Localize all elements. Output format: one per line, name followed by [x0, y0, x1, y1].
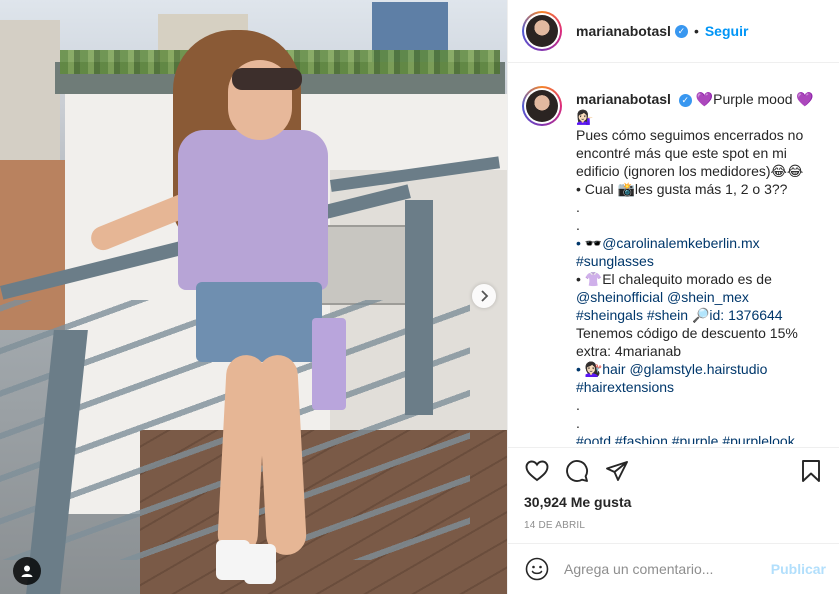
caption-area: marianabotasl ✓ 💜Purple mood 💜 💁🏻‍♀️ Pue… [522, 72, 831, 444]
photo-person-sunglasses [232, 68, 302, 90]
caption-line: edificio (ignoren los medidores)😂😂 [576, 163, 804, 179]
photo-railing-post [405, 200, 433, 415]
caption-line-text: 💜Purple mood 💜 [695, 91, 814, 107]
caption-line: Tenemos código de descuento 15% [576, 325, 798, 341]
post-photo[interactable] [0, 0, 507, 594]
post-header: marianabotasl ✓ • Seguir [508, 0, 839, 63]
photo-person-top [178, 130, 328, 290]
caption-text: marianabotasl ✓ 💜Purple mood 💜 💁🏻‍♀️ Pue… [576, 90, 826, 444]
caption-line: marianabotasl ✓ 💜Purple mood 💜 [576, 90, 826, 108]
comment-button[interactable] [564, 458, 590, 484]
caption-line: encontré más que este spot en mi [576, 145, 787, 161]
caption-hashtag-link[interactable]: #hairextensions [576, 378, 826, 396]
photo-person-bag [312, 318, 346, 410]
verified-badge-icon: ✓ [674, 24, 688, 38]
carousel-next-button[interactable] [472, 284, 496, 308]
photo-person-shorts [196, 282, 322, 362]
add-comment-row: Publicar [508, 543, 839, 594]
caption-line: 💁🏻‍♀️ [576, 109, 594, 125]
caption-line: • Cual 📸les gusta más 1, 2 o 3?? [576, 181, 788, 197]
username-link[interactable]: marianabotasl [576, 23, 671, 39]
emoji-icon [525, 557, 549, 581]
photo-person-shoe [244, 544, 276, 584]
emoji-button[interactable] [524, 556, 550, 582]
avatar-image [526, 15, 558, 47]
caption-hashtag-link[interactable]: #sheingals #shein 🔎id: 1376644 [576, 306, 826, 324]
avatar-border [524, 13, 560, 49]
caption-line: extra: 4marianab [576, 343, 682, 359]
photo-gas-meters [318, 225, 418, 305]
share-icon [606, 461, 628, 481]
caption-mention-link[interactable]: @sheinofficial @shein_mex [576, 288, 826, 306]
verified-badge-icon: ✓ [678, 93, 692, 107]
caption-hashtag-link[interactable]: #ootd #fashion #purple #purplelook [576, 432, 826, 444]
separator-dot: • [693, 23, 699, 39]
caption-avatar[interactable] [522, 86, 562, 444]
tagged-users-button[interactable] [13, 557, 41, 585]
post-date[interactable]: 14 DE ABRIL [508, 520, 839, 531]
post-sidebar: marianabotasl ✓ • Seguir marianabotasl ✓… [507, 0, 839, 594]
chevron-right-icon [481, 290, 489, 302]
caption-line: . [576, 415, 580, 431]
caption-line: . [576, 199, 580, 215]
caption-mention-link[interactable]: • 💇🏻‍♀️hair @glamstyle.hairstudio [576, 360, 826, 378]
post-actions: 30,924 Me gusta 14 DE ABRIL [508, 447, 839, 543]
user-icon [21, 565, 33, 577]
publish-button[interactable]: Publicar [771, 561, 826, 577]
like-button[interactable] [524, 458, 550, 484]
avatar-image [526, 90, 558, 122]
caption-hashtag-link[interactable]: #sunglasses [576, 252, 826, 270]
caption-username-link[interactable]: marianabotasl [576, 91, 671, 107]
likes-count[interactable]: 30,924 Me gusta [508, 494, 839, 510]
caption-line: • 👚El chalequito morado es de [576, 271, 772, 287]
avatar[interactable] [522, 11, 562, 51]
save-button[interactable] [798, 458, 824, 484]
follow-button[interactable]: Seguir [705, 23, 749, 39]
caption-line: Pues cómo seguimos encerrados no [576, 127, 804, 143]
caption-mention-link[interactable]: • 🕶️@carolinalemkeberlin.mx [576, 234, 826, 252]
comment-input[interactable] [564, 561, 771, 577]
caption-line: . [576, 397, 580, 413]
comment-icon [566, 460, 588, 482]
share-button[interactable] [604, 458, 630, 484]
caption-line: . [576, 217, 580, 233]
heart-icon [525, 460, 549, 482]
action-icons-row [508, 448, 839, 494]
bookmark-icon [802, 460, 820, 482]
